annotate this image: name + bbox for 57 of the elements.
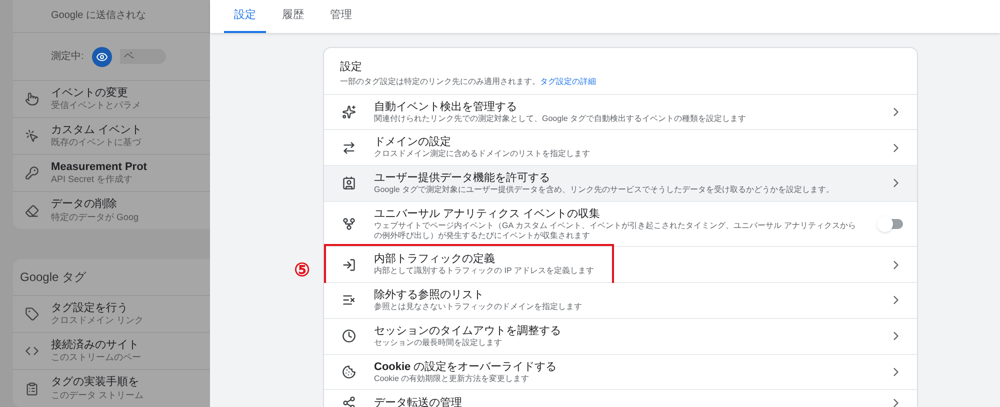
row-title: データ転送の管理	[374, 396, 463, 407]
row-description: クロスドメイン測定に含めるドメインのリストを指定します	[374, 149, 591, 160]
menu-item[interactable]: カスタム イベント 既存のイベントに基づ	[51, 124, 142, 148]
hand-pointer-icon	[25, 92, 39, 106]
description-text: 一部のタグ設定は特定のリンク先にのみ適用されます。	[340, 76, 540, 88]
annotation-number: ⑤	[294, 259, 310, 282]
settings-row[interactable]: 除外する参照のリスト 参照とは見なさないトラフィックのドメインを指定します	[324, 283, 917, 319]
menu-item[interactable]: 接続済みのサイト このストリームのペー	[51, 338, 141, 364]
row-title: 自動イベント検出を管理する	[374, 100, 518, 114]
measuring-chip: ペ	[120, 49, 166, 64]
clipboard-icon	[25, 382, 39, 396]
eye-icon	[92, 46, 112, 66]
menu-item[interactable]: イベントの変更 受信イベントとパラメ	[51, 86, 141, 112]
row-description: Cookie の有効期限と更新方法を変更します	[374, 374, 530, 384]
tab[interactable]: 設定	[224, 0, 266, 33]
row-title: ユニバーサル アナリティクス イベントの収集	[374, 208, 602, 221]
row-title: 内部トラフィックの定義	[374, 253, 496, 266]
list-x-icon	[342, 293, 356, 308]
contact-card-icon	[342, 176, 356, 190]
measuring-label: 測定中:	[51, 50, 84, 64]
details-link[interactable]: タグ設定の詳細	[540, 76, 596, 88]
row-description: 内部として識別するトラフィックの IP アドレスを定義します	[374, 266, 595, 276]
card-title: Google タグ	[20, 269, 86, 286]
row-title: Cookie の設定をオーバーライドする	[374, 360, 558, 374]
menu-item[interactable]: データの削除 特定のデータが Goog	[51, 198, 139, 223]
row-title: ドメインの設定	[374, 136, 452, 150]
cookie-icon	[342, 364, 356, 379]
arrows-icon	[342, 140, 356, 155]
enter-icon	[342, 258, 356, 272]
tag-icon	[25, 307, 39, 321]
settings-row[interactable]: ユーザー提供データ機能を許可する Google タグで測定対象にユーザー提供データを含め、リンク先のサービスでそうしたデータを受け取るかどうかを設定します。	[324, 166, 917, 202]
menu-item[interactable]: Measurement Prot API Secret を作成す	[51, 160, 147, 186]
menu-item[interactable]: タグの実装手順を このデータ ストリーム	[51, 376, 144, 401]
toggle-switch[interactable]	[879, 219, 903, 230]
clock-icon	[342, 329, 356, 344]
row-description: Google タグで測定対象にユーザー提供データを含め、リンク先のサービスでそうしたデータを受け取るかどうかを設定します。	[374, 185, 836, 195]
eraser-icon	[25, 204, 39, 218]
row-description: 関連付けられたリンク先での測定対象として、Google タグで自動検出するイベントの種類を設定します	[374, 114, 748, 124]
menu-item[interactable]: タグ設定を行う クロスドメイン リンク	[51, 302, 144, 326]
key-icon	[25, 166, 39, 180]
row-description: セッションの最長時間を設定します	[374, 338, 503, 348]
settings-row[interactable]: Cookie の設定をオーバーライドする Cookie の有効期限と更新方法を変更します	[324, 354, 917, 390]
row-title: セッションのタイムアウトを調整する	[374, 324, 562, 338]
description-text: Google に送信されな	[51, 10, 146, 21]
tab[interactable]: 管理	[320, 0, 362, 33]
card-title: 設定	[340, 60, 363, 75]
row-title: ユーザー提供データ機能を許可する	[374, 172, 551, 185]
row-title: 除外する参照のリスト	[374, 289, 485, 302]
tab[interactable]: 履歴	[272, 0, 314, 33]
share-icon	[342, 396, 356, 407]
code-icon	[25, 344, 39, 358]
row-description: 参照とは見なさないトラフィックのドメインを指定します	[374, 302, 583, 312]
row-description: ウェブサイトでページ内イベント（GA カスタム イベント、イベントが引き起こされたタイミング、ユニバーサル アナリティクスからの例外呼び出し）が発生するたびにイベントが収集されます	[374, 221, 857, 240]
sparkles-icon	[342, 104, 356, 119]
fork-icon	[342, 217, 356, 232]
cursor-click-icon	[25, 129, 39, 143]
settings-row[interactable]: 自動イベント検出を管理する 関連付けられたリンク先での測定対象として、Google タグで自動検出するイベントの種類を設定します	[324, 94, 917, 130]
